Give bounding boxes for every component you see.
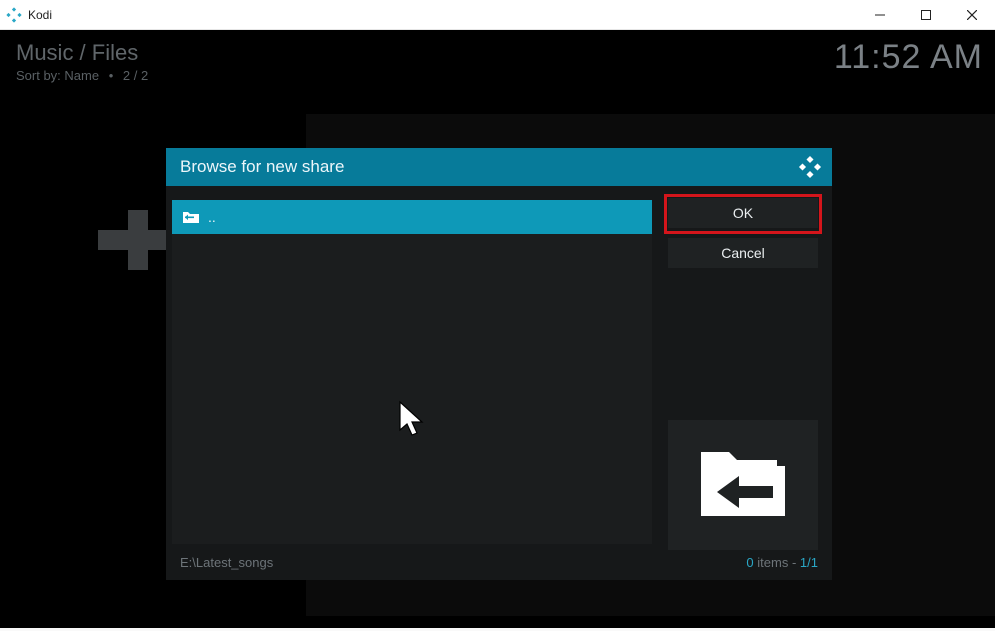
window-maximize-button[interactable] <box>903 0 949 30</box>
list-item-label: .. <box>208 209 216 225</box>
cancel-button-label: Cancel <box>721 245 765 261</box>
list-item-parent[interactable]: .. <box>172 200 652 234</box>
close-icon <box>967 10 977 20</box>
ok-button[interactable]: OK <box>668 198 818 228</box>
window-close-button[interactable] <box>949 0 995 30</box>
file-list[interactable]: .. <box>172 200 652 544</box>
sort-by-label: Sort by: <box>16 68 61 83</box>
app-body: Music / Files Sort by: Name • 2 / 2 11:5… <box>0 30 995 628</box>
header-subline: Sort by: Name • 2 / 2 <box>16 68 148 83</box>
item-count-sep: - <box>792 555 800 570</box>
window-controls <box>857 0 995 30</box>
preview-thumbnail <box>668 420 818 550</box>
kodi-titlebar-icon <box>6 7 22 23</box>
item-position: 1/1 <box>800 555 818 570</box>
header-left: Music / Files Sort by: Name • 2 / 2 <box>16 40 148 83</box>
folder-up-icon <box>182 210 200 224</box>
dot-separator: • <box>109 68 114 83</box>
sort-value[interactable]: Name <box>64 68 99 83</box>
folder-back-icon <box>695 444 791 527</box>
item-count-number: 0 <box>746 555 753 570</box>
item-count: 0 items - 1/1 <box>746 555 818 570</box>
dialog-buttons: OK Cancel <box>668 198 818 278</box>
window-minimize-button[interactable] <box>857 0 903 30</box>
clock: 11:52 AM <box>834 38 983 77</box>
browse-dialog: Browse for new share .. OK <box>166 148 832 580</box>
maximize-icon <box>921 10 931 20</box>
header-bar: Music / Files Sort by: Name • 2 / 2 11:5… <box>0 36 995 86</box>
dialog-footer: E:\Latest_songs 0 items - 1/1 <box>166 550 832 574</box>
path-display: E:\Latest_songs <box>180 555 273 570</box>
window-titlebar: Kodi <box>0 0 995 30</box>
minimize-icon <box>875 10 885 20</box>
cancel-button[interactable]: Cancel <box>668 238 818 268</box>
ok-button-label: OK <box>733 205 753 221</box>
page-indicator: 2 / 2 <box>123 68 148 83</box>
kodi-logo-icon <box>798 155 822 179</box>
window-title: Kodi <box>28 8 52 22</box>
dialog-body: .. OK Cancel <box>166 186 832 550</box>
dialog-title: Browse for new share <box>180 157 344 177</box>
item-count-word2: items <box>757 555 788 570</box>
dialog-header: Browse for new share <box>166 148 832 186</box>
breadcrumb: Music / Files <box>16 40 148 66</box>
